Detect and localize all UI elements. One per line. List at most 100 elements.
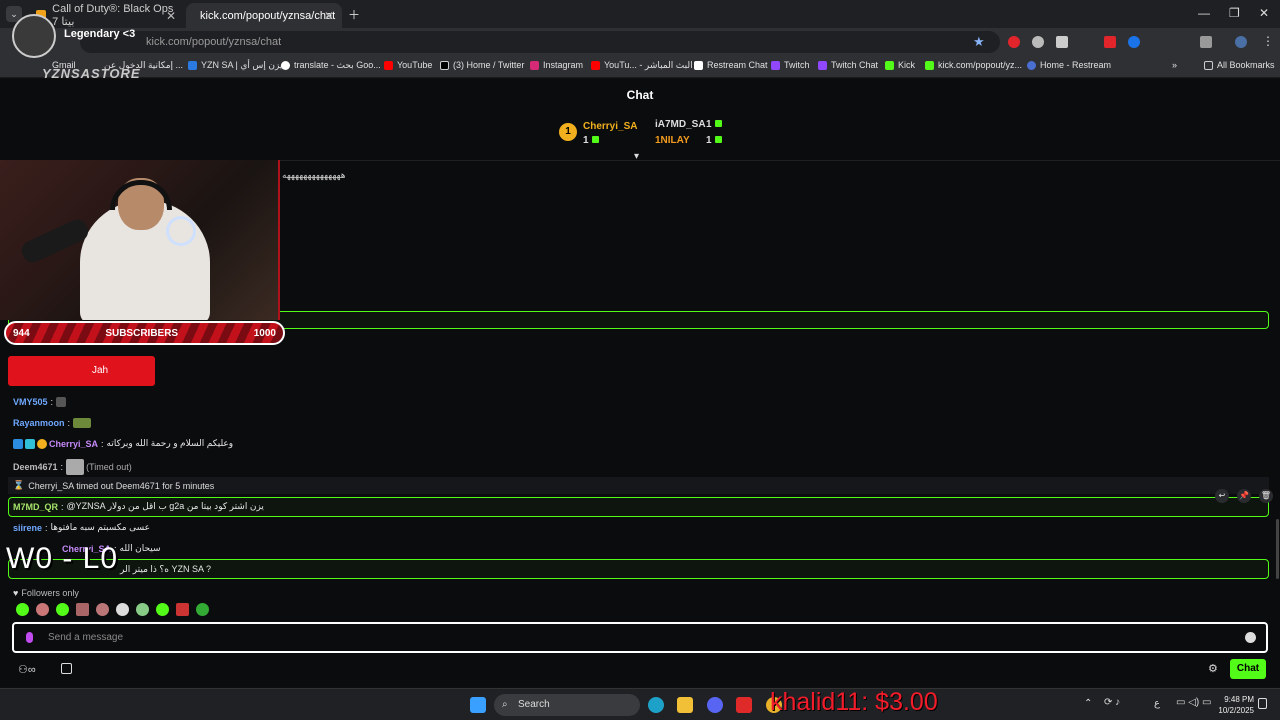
bookmark-youtube-live[interactable]: YouTu... - البث المباشر [591, 60, 693, 71]
message-text: (Timed out) [86, 462, 132, 472]
all-bookmarks[interactable]: All Bookmarks [1204, 60, 1275, 70]
headphones-icon [110, 180, 172, 210]
emote-icon[interactable] [36, 603, 49, 616]
pin-icon[interactable]: 📌 [1237, 489, 1251, 503]
username[interactable]: M7MD_QR [13, 502, 58, 512]
leaderboard-user-2[interactable]: iA7MD_SA [655, 119, 706, 130]
bookmark-translate[interactable]: translate - بحث Goo... [281, 60, 381, 71]
delete-icon[interactable]: 🗑 [1259, 489, 1273, 503]
bookmark-yznsa[interactable]: YZN SA | يزن إس أي [188, 60, 282, 71]
profile-avatar-icon[interactable] [1235, 36, 1247, 48]
username[interactable]: Rayanmoon [13, 418, 65, 428]
clock-date: 10/2/2025 [1218, 706, 1254, 715]
close-icon[interactable]: ✕ [324, 9, 334, 23]
emote-icon[interactable] [176, 603, 189, 616]
bookmark-kick[interactable]: Kick [885, 60, 915, 70]
store-icon[interactable] [61, 663, 72, 674]
emote-icon[interactable] [116, 603, 129, 616]
bookmark-twitch[interactable]: Twitch [771, 60, 810, 70]
menu-kebab-icon[interactable]: ⋮ [1262, 34, 1274, 48]
windows-start-icon[interactable] [470, 697, 486, 713]
donation-alert: khalid11: $3.00 [770, 688, 938, 716]
discord-icon[interactable] [707, 697, 723, 713]
extension-icon[interactable] [1032, 36, 1044, 48]
gifter-badge-icon [37, 438, 47, 449]
bookmark-kick-popout[interactable]: kick.com/popout/yz... [925, 60, 1022, 70]
minimize-button[interactable]: — [1198, 6, 1210, 20]
chat-message: ه؟ ذا ميتر الر YZN SA ? [120, 564, 211, 575]
file-explorer-icon[interactable] [677, 697, 693, 713]
window-close-button[interactable]: ✕ [1259, 6, 1269, 20]
bookmark-twitch-chat[interactable]: Twitch Chat [818, 60, 878, 70]
maximize-button[interactable]: ❐ [1229, 6, 1240, 20]
bookmark-restream[interactable]: Home - Restream [1027, 60, 1111, 70]
subscriber-goal-bar: 944 SUBSCRIBERS 1000 [4, 321, 285, 345]
bookmark-restream-chat[interactable]: Restream Chat [694, 60, 768, 70]
app-icon[interactable] [736, 697, 752, 713]
username[interactable]: VMY505 [13, 397, 48, 407]
message-input[interactable]: Send a message [12, 622, 1268, 653]
win-loss-score: W0 - L0 [6, 542, 119, 575]
taskbar-search[interactable]: ⌕ Search [494, 694, 640, 716]
tab-kick-chat[interactable]: kick.com/popout/yznsa/chat ✕ [186, 3, 342, 28]
emote-icon[interactable] [136, 603, 149, 616]
leaderboard-user-1[interactable]: Cherryi_SA [583, 121, 637, 132]
message-text: عسى مكسبتم سبه مافتوها [50, 522, 150, 532]
people-icon[interactable]: ⚇∞ [18, 663, 36, 676]
extension-icon[interactable] [1104, 36, 1116, 48]
search-icon: ⌕ [502, 699, 508, 710]
microphone-icon[interactable] [26, 632, 33, 643]
edge-icon[interactable] [648, 697, 664, 713]
new-tab-button[interactable]: ＋ [348, 6, 360, 23]
username[interactable]: Deem4671 [13, 462, 58, 472]
emote-icon[interactable] [196, 603, 209, 616]
gift-icon [591, 136, 599, 143]
emoji-picker-icon[interactable] [1245, 632, 1256, 643]
message-text: @YZNSA ب اقل من دولار g2a يزن اشتر كود ب… [66, 501, 264, 511]
streamer-avatar [12, 14, 56, 58]
bookmark-youtube[interactable]: YouTube [384, 60, 432, 70]
leaderboard-count-3: 1 [706, 135, 722, 146]
send-chat-button[interactable]: Chat [1230, 659, 1266, 679]
tray-overflow-icon[interactable]: ⌃ [1084, 698, 1092, 709]
chat-message: siirene: عسى مكسبتم سبه مافتوها [13, 522, 150, 533]
chat-message: Rayanmoon: [13, 418, 93, 428]
expand-leaderboard-icon[interactable]: ▾ [634, 151, 639, 162]
emote-icon[interactable] [56, 603, 69, 616]
card-text: Jah [92, 365, 109, 376]
network-volume-icons[interactable]: ▭ ◁) ▭ [1176, 697, 1211, 708]
bookmarks-bar: Gmail إمكانية الدخول عن ... YZN SA | يزن… [0, 56, 1280, 78]
subs-label: SUBSCRIBERS [105, 327, 179, 339]
bookmark-star-icon[interactable]: ★ [973, 34, 985, 50]
extension-icon[interactable] [1128, 36, 1140, 48]
username[interactable]: siirene [13, 523, 42, 533]
notifications-icon[interactable] [1258, 698, 1267, 709]
reply-icon[interactable]: ↩ [1215, 489, 1229, 503]
emote-icon [56, 397, 67, 407]
emote-icon[interactable] [156, 603, 169, 616]
bookmark-instagram[interactable]: Instagram [530, 60, 583, 70]
clock-time: 9:48 PM [1224, 695, 1254, 704]
leaderboard-user-3[interactable]: 1NILAY [655, 135, 690, 146]
settings-gear-icon[interactable]: ⚙ [1208, 662, 1218, 675]
username[interactable]: Cherryi_SA [49, 439, 98, 449]
leaderboard-count-2: 1 [706, 119, 722, 130]
emote-bar [16, 603, 211, 616]
bookmark-twitter[interactable]: (3) Home / Twitter [440, 60, 524, 70]
message-text: وعليكم السلام و رحمة الله وبركاته [106, 438, 234, 448]
rank-one-badge-icon: 1 [559, 123, 577, 141]
close-icon[interactable]: ✕ [166, 9, 176, 23]
extension-icon[interactable] [1008, 36, 1020, 48]
taskbar-clock[interactable]: 9:48 PM 10/2/2025 [1218, 694, 1254, 716]
extensions-puzzle-icon[interactable] [1200, 36, 1212, 48]
emote-icon[interactable] [96, 603, 109, 616]
language-indicator[interactable]: ع [1154, 698, 1160, 709]
url-input[interactable]: kick.com/popout/yznsa/chat [80, 31, 1000, 53]
scrollbar[interactable] [1276, 519, 1279, 579]
tray-icons[interactable]: ⟳ ♪ [1104, 697, 1120, 708]
emote-icon[interactable] [16, 603, 29, 616]
extension-icon[interactable] [1056, 36, 1068, 48]
emote-icon[interactable] [76, 603, 89, 616]
partial-message: ههههههههههههههه [282, 170, 346, 180]
bookmarks-overflow-icon[interactable]: » [1172, 60, 1177, 70]
